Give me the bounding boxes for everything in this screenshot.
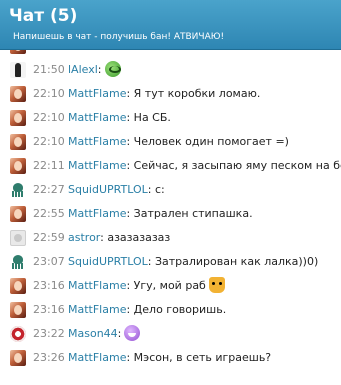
chat-message: 23:07 SquidUPRTLOL: Затралирован как лал… [0,250,341,274]
avatar[interactable] [10,134,26,150]
author-name[interactable]: MattFlame [68,279,126,292]
message-author[interactable]: MattFlame: На СБ. [68,106,171,130]
message-time: 22:10 [33,135,65,148]
green-smiley-icon [104,61,121,77]
message-text: : Дело говоришь. [126,303,227,316]
message-time: 23:26 [33,351,65,364]
avatar[interactable] [10,62,26,78]
message-time: 23:16 [33,303,65,316]
message-text: : Затралирован как лалка))0) [147,255,319,268]
chat-message: 22:10 MattFlame: На СБ. [0,106,341,130]
author-name[interactable]: lAlexl [68,63,98,76]
avatar[interactable] [10,50,26,54]
message-text: : Человек один помогает =) [126,135,289,148]
avatar[interactable] [10,230,26,246]
author-name[interactable]: MattFlame [68,135,126,148]
message-text: : Сейчас, я засыпаю яму песком на бе [126,159,341,172]
message-text: : XD [126,50,149,58]
chat-message: 22:27 SquidUPRTLOL: c: [0,178,341,202]
message-text: : Мэсон, в сеть играешь? [126,351,272,364]
message-author[interactable]: MattFlame [68,50,126,58]
message-author[interactable]: Mason44: [68,322,141,346]
message-time: 22:55 [33,207,65,220]
message-text: : азазазазаз [100,231,171,244]
message-time: 22:59 [33,231,65,244]
message-author[interactable]: MattFlame: Мэсон, в сеть играешь? [68,346,271,370]
author-name[interactable]: SquidUPRTLOL [68,255,148,268]
chat-message: 21:50 MattFlame : XD [0,50,341,58]
message-text: : c: [147,183,165,196]
avatar[interactable] [10,278,26,294]
message-author[interactable]: MattFlame: Человек один помогает =) [68,130,289,154]
message-time: 22:11 [33,159,65,172]
author-name[interactable]: MattFlame [68,111,126,124]
chat-message: 21:50 lAlexl: [0,58,341,82]
message-author[interactable]: SquidUPRTLOL: c: [68,178,165,202]
avatar[interactable] [10,86,26,102]
chat-header: Чат (5) Напишешь в чат - получишь бан! А… [0,0,341,50]
purple-smiley-icon [124,325,141,341]
chat-message: 23:22 Mason44: [0,322,341,346]
message-author[interactable]: MattFlame: Затрален стипашка. [68,202,253,226]
chat-message: 23:16 MattFlame: Угу, мой раб [0,274,341,298]
avatar[interactable] [10,350,26,366]
message-time: 23:16 [33,279,65,292]
avatar[interactable] [10,206,26,222]
chat-message: 23:26 MattFlame: Мэсон, в сеть играешь? [0,346,341,370]
avatar[interactable] [10,110,26,126]
author-name[interactable]: SquidUPRTLOL [68,183,148,196]
message-time: 22:27 [33,183,65,196]
avatar[interactable] [10,302,26,318]
message-author[interactable]: SquidUPRTLOL: Затралирован как лалка))0) [68,250,318,274]
chat-message: 22:11 MattFlame: Сейчас, я засыпаю яму п… [0,154,341,178]
avatar[interactable] [10,182,26,198]
message-time: 22:10 [33,111,65,124]
message-author[interactable]: lAlexl: [68,58,121,82]
message-author[interactable]: MattFlame: Угу, мой раб [68,274,225,298]
chat-messages[interactable]: 21:50 MattFlame : XD 21:50 lAlexl: 22:10… [0,50,341,385]
message-author[interactable]: MattFlame: Сейчас, я засыпаю яму песком … [68,154,341,178]
message-text: : Затрален стипашка. [126,207,253,220]
message-time: 21:50 [33,50,65,58]
chat-message: 22:10 MattFlame: Я тут коробки ломаю. [0,82,341,106]
message-time: 22:10 [33,87,65,100]
message-text: : [117,327,122,340]
cat-face-icon [208,277,225,293]
chat-title[interactable]: Чат (5) [9,6,77,26]
message-time: 23:22 [33,327,65,340]
author-name[interactable]: astror [68,231,100,244]
author-name[interactable]: MattFlame [68,303,126,316]
message-time: 21:50 [33,63,65,76]
message-text: : Угу, мой раб [126,279,206,292]
chat-message: 22:59 astror: азазазазаз [0,226,341,250]
message-text: : Я тут коробки ломаю. [126,87,261,100]
author-name[interactable]: MattFlame [68,207,126,220]
author-name[interactable]: Mason44 [68,327,118,340]
chat-message: 22:10 MattFlame: Человек один помогает =… [0,130,341,154]
chat-message: 22:55 MattFlame: Затрален стипашка. [0,202,341,226]
message-text: : На СБ. [126,111,171,124]
author-name[interactable]: MattFlame [68,351,126,364]
message-author[interactable]: astror: азазазазаз [68,226,170,250]
author-name[interactable]: MattFlame [68,159,126,172]
avatar[interactable] [10,326,26,342]
message-text: : [97,63,102,76]
message-author[interactable]: MattFlame: Я тут коробки ломаю. [68,82,260,106]
message-time: 23:07 [33,255,65,268]
message-author[interactable]: MattFlame: Дело говоришь. [68,298,226,322]
avatar[interactable] [10,158,26,174]
chat-subtitle: Напишешь в чат - получишь бан! АТВИЧАЮ! [13,32,225,42]
avatar[interactable] [10,254,26,270]
author-name[interactable]: MattFlame [68,87,126,100]
chat-message: 23:16 MattFlame: Дело говоришь. [0,298,341,322]
